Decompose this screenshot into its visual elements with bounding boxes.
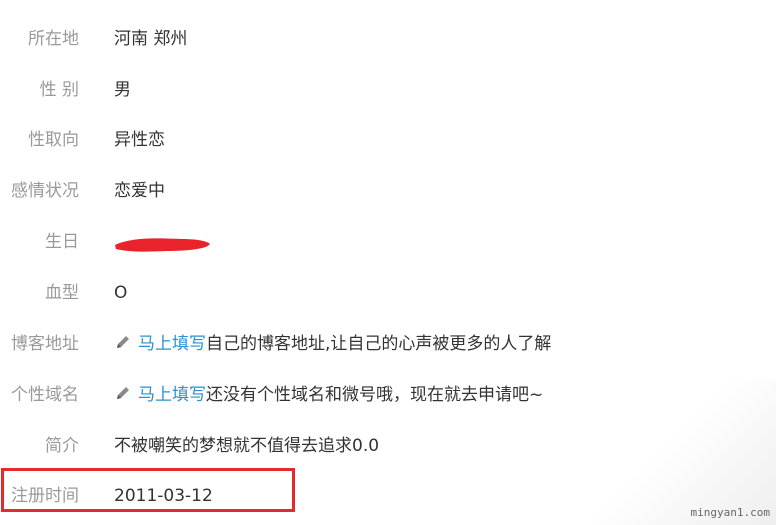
bio-value: 不被嘲笑的梦想就不值得去追求0.0 xyxy=(114,436,380,456)
bio-label: 简介 xyxy=(45,436,79,456)
domain-fill-link[interactable]: 马上填写 xyxy=(138,385,206,405)
domain-value: 马上填写还没有个性域名和微号哦，现在就去申请吧~ xyxy=(114,384,543,406)
relationship-value: 恋爱中 xyxy=(114,181,165,201)
row-orientation: 性取向 异性恋 xyxy=(0,125,776,155)
gender-value: 男 xyxy=(114,80,131,100)
pencil-icon[interactable] xyxy=(114,333,132,351)
watermark: mingyan1.com xyxy=(690,506,770,519)
orientation-value: 异性恋 xyxy=(114,130,165,150)
row-birthday: 生日 xyxy=(0,227,776,257)
relationship-label: 感情状况 xyxy=(11,181,79,201)
birthday-label: 生日 xyxy=(45,232,79,252)
row-location: 所在地 河南 郑州 xyxy=(0,24,776,54)
row-relationship: 感情状况 恋爱中 xyxy=(0,176,776,206)
blog-fill-link[interactable]: 马上填写 xyxy=(138,334,206,354)
location-label: 所在地 xyxy=(28,29,79,49)
birthday-redaction-mark xyxy=(115,238,210,252)
domain-hint-text: 还没有个性域名和微号哦，现在就去申请吧~ xyxy=(206,385,544,405)
highlight-box xyxy=(1,468,295,512)
location-value: 河南 郑州 xyxy=(114,29,188,49)
row-blog: 博客地址 马上填写自己的博客地址,让自己的心声被更多的人了解 xyxy=(0,329,776,359)
domain-label: 个性域名 xyxy=(11,385,79,405)
row-gender: 性 别 男 xyxy=(0,75,776,105)
page-shadow xyxy=(596,380,776,525)
blood-type-label: 血型 xyxy=(45,283,79,303)
blog-hint-text: 自己的博客地址,让自己的心声被更多的人了解 xyxy=(206,334,552,354)
profile-page: 所在地 河南 郑州 性 别 男 性取向 异性恋 感情状况 恋爱中 生日 血型 O… xyxy=(0,0,776,525)
blog-label: 博客地址 xyxy=(11,334,79,354)
blog-value: 马上填写自己的博客地址,让自己的心声被更多的人了解 xyxy=(114,333,551,355)
row-blood-type: 血型 O xyxy=(0,278,776,308)
orientation-label: 性取向 xyxy=(28,130,79,150)
gender-label: 性 别 xyxy=(39,80,79,100)
blood-type-value: O xyxy=(114,283,128,303)
pencil-icon[interactable] xyxy=(114,384,132,402)
